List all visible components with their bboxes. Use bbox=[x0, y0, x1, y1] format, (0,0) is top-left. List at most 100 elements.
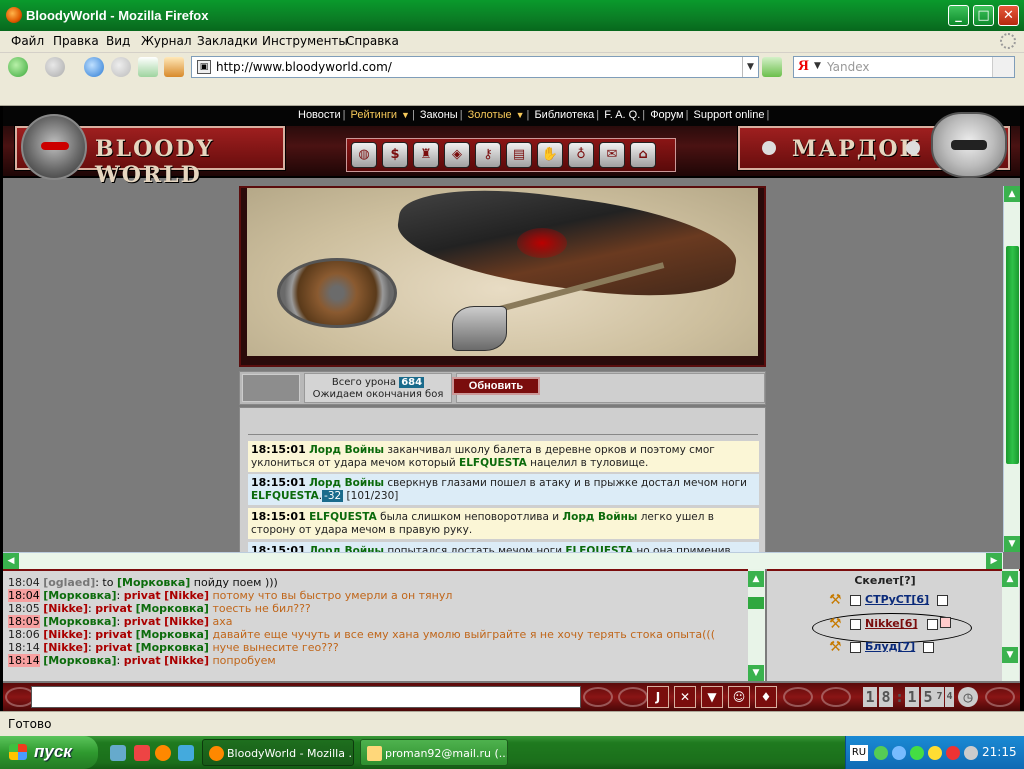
bag-icon[interactable]: ◍ bbox=[351, 142, 377, 168]
go-button[interactable] bbox=[762, 57, 782, 77]
task-firefox[interactable]: BloodyWorld - Mozilla ... bbox=[202, 739, 354, 766]
journal-button[interactable]: J bbox=[647, 686, 669, 708]
tray-icon[interactable] bbox=[874, 746, 888, 760]
online-scrollbar[interactable]: ▲ ▼ bbox=[1002, 569, 1019, 681]
shield-crest-icon[interactable]: ◈ bbox=[444, 142, 470, 168]
timer-icon[interactable]: ◷ bbox=[958, 687, 978, 707]
money-bag-icon[interactable]: $ bbox=[382, 142, 408, 168]
chat-sender[interactable]: [oglaed] bbox=[43, 576, 95, 589]
chat-recipient[interactable]: [Морковка] bbox=[136, 602, 209, 615]
forward-icon[interactable] bbox=[45, 57, 65, 77]
chat-recipient[interactable]: [Nikke] bbox=[164, 615, 209, 628]
nav-gold[interactable]: Золотые bbox=[466, 109, 514, 121]
quicklaunch-icon[interactable] bbox=[178, 745, 194, 761]
scroll-up-icon[interactable]: ▲ bbox=[748, 571, 764, 587]
url-dropdown-icon[interactable]: ▼ bbox=[742, 57, 758, 77]
scroll-left-icon[interactable]: ◀ bbox=[3, 553, 19, 569]
chat-recipient[interactable]: [Nikke] bbox=[164, 589, 209, 602]
mail-icon[interactable]: ✉ bbox=[599, 142, 625, 168]
chat-recipient[interactable]: [Nikke] bbox=[164, 654, 209, 667]
network-icon[interactable] bbox=[892, 746, 906, 760]
menu-history[interactable]: Журнал bbox=[141, 34, 192, 48]
info-icon[interactable] bbox=[927, 619, 938, 630]
back-icon[interactable] bbox=[8, 57, 28, 77]
info-icon[interactable] bbox=[923, 642, 934, 653]
reload-icon[interactable] bbox=[84, 57, 104, 77]
maximize-button[interactable]: □ bbox=[973, 5, 994, 26]
search-engine-dropdown-icon[interactable]: ▼ bbox=[814, 61, 821, 71]
start-button[interactable]: пуск bbox=[0, 736, 98, 769]
scroll-down-icon[interactable]: ▼ bbox=[1004, 536, 1020, 552]
scroll-down-icon[interactable]: ▼ bbox=[748, 665, 764, 681]
chat-sender[interactable]: [Nikke] bbox=[43, 628, 88, 641]
icq-icon[interactable] bbox=[910, 746, 924, 760]
antivirus-icon[interactable] bbox=[946, 746, 960, 760]
search-box[interactable]: Я ▼ Yandex bbox=[793, 56, 1015, 78]
private-icon[interactable] bbox=[850, 595, 861, 606]
smiles-button[interactable]: ☺ bbox=[728, 686, 750, 708]
nav-forum[interactable]: Форум bbox=[648, 109, 685, 121]
key-icon[interactable]: ⚷ bbox=[475, 142, 501, 168]
menu-edit[interactable]: Правка bbox=[53, 34, 99, 48]
scrollbar-thumb[interactable] bbox=[748, 597, 764, 609]
url-bar[interactable]: ▣ http://www.bloodyworld.com/ ▼ bbox=[191, 56, 759, 78]
pass-icon[interactable]: ▤ bbox=[506, 142, 532, 168]
nav-laws[interactable]: Законы bbox=[418, 109, 460, 121]
filter-button[interactable]: ▼ bbox=[701, 686, 723, 708]
ratings-dropdown-icon[interactable]: ▼ bbox=[399, 110, 412, 120]
language-indicator[interactable]: RU bbox=[850, 745, 868, 761]
nav-faq[interactable]: F. A. Q. bbox=[602, 109, 642, 121]
user-link[interactable]: Nikke[6] bbox=[865, 617, 917, 630]
refresh-button[interactable]: Обновить bbox=[452, 377, 540, 395]
scroll-up-icon[interactable]: ▲ bbox=[1002, 571, 1018, 587]
firefox-quicklaunch-icon[interactable] bbox=[155, 745, 171, 761]
chat-input[interactable] bbox=[31, 686, 581, 708]
private-icon[interactable] bbox=[850, 642, 861, 653]
chat-recipient[interactable]: [Морковка] bbox=[136, 628, 209, 641]
chat-sender[interactable]: [Морковка] bbox=[43, 654, 116, 667]
nav-library[interactable]: Библиотека bbox=[532, 109, 596, 121]
show-desktop-icon[interactable] bbox=[110, 745, 126, 761]
close-button[interactable]: ✕ bbox=[998, 5, 1019, 26]
menu-tools[interactable]: Инструменты bbox=[262, 34, 348, 48]
home-icon[interactable] bbox=[164, 57, 184, 77]
nav-news[interactable]: Новости bbox=[296, 109, 343, 121]
opera-icon[interactable] bbox=[134, 745, 150, 761]
minimize-button[interactable]: _ bbox=[948, 5, 969, 26]
chat-sender[interactable]: [Nikke] bbox=[43, 602, 88, 615]
yandex-icon[interactable]: Я bbox=[798, 58, 809, 75]
new-tab-icon[interactable] bbox=[138, 57, 158, 77]
clear-button[interactable]: ✕ bbox=[674, 686, 696, 708]
stop-icon[interactable] bbox=[111, 57, 131, 77]
chat-sender[interactable]: [Морковка] bbox=[43, 589, 116, 602]
private-icon[interactable] bbox=[850, 619, 861, 630]
chat-recipient[interactable]: [Морковка] bbox=[136, 641, 209, 654]
chat-sender[interactable]: [Морковка] bbox=[43, 615, 116, 628]
chat-scrollbar[interactable]: ▲ ▼ bbox=[748, 569, 765, 681]
tray-icon[interactable] bbox=[928, 746, 942, 760]
user-link[interactable]: СТРуСТ[6] bbox=[865, 593, 929, 606]
scroll-down-icon[interactable]: ▼ bbox=[1002, 647, 1018, 663]
gate-icon[interactable]: ⌂ bbox=[630, 142, 656, 168]
content-hscrollbar[interactable]: ◀ ▶ bbox=[3, 552, 1003, 569]
chat-recipient[interactable]: [Морковка] bbox=[117, 576, 190, 589]
search-input[interactable]: Yandex bbox=[827, 60, 870, 74]
task-mail[interactable]: proman92@mail.ru (... bbox=[360, 739, 508, 766]
url-text[interactable]: http://www.bloodyworld.com/ bbox=[216, 60, 392, 74]
volume-icon[interactable] bbox=[964, 746, 978, 760]
scroll-up-icon[interactable]: ▲ bbox=[1004, 186, 1020, 202]
menu-help[interactable]: Справка bbox=[346, 34, 399, 48]
menu-file[interactable]: Файл bbox=[11, 34, 44, 48]
armor-icon[interactable]: ♜ bbox=[413, 142, 439, 168]
chat-sender[interactable]: [Nikke] bbox=[43, 641, 88, 654]
user-link[interactable]: Блуд[7] bbox=[865, 640, 915, 653]
potion-icon[interactable]: ♁ bbox=[568, 142, 594, 168]
translit-button[interactable]: ♦ bbox=[755, 686, 777, 708]
content-scrollbar[interactable]: ▲ ▼ bbox=[1003, 186, 1020, 552]
info-icon[interactable] bbox=[937, 595, 948, 606]
gold-dropdown-icon[interactable]: ▼ bbox=[514, 110, 527, 120]
search-icon[interactable] bbox=[992, 57, 1014, 77]
scrollbar-thumb[interactable] bbox=[1006, 246, 1019, 464]
menu-view[interactable]: Вид bbox=[106, 34, 130, 48]
glove-icon[interactable]: ✋ bbox=[537, 142, 563, 168]
